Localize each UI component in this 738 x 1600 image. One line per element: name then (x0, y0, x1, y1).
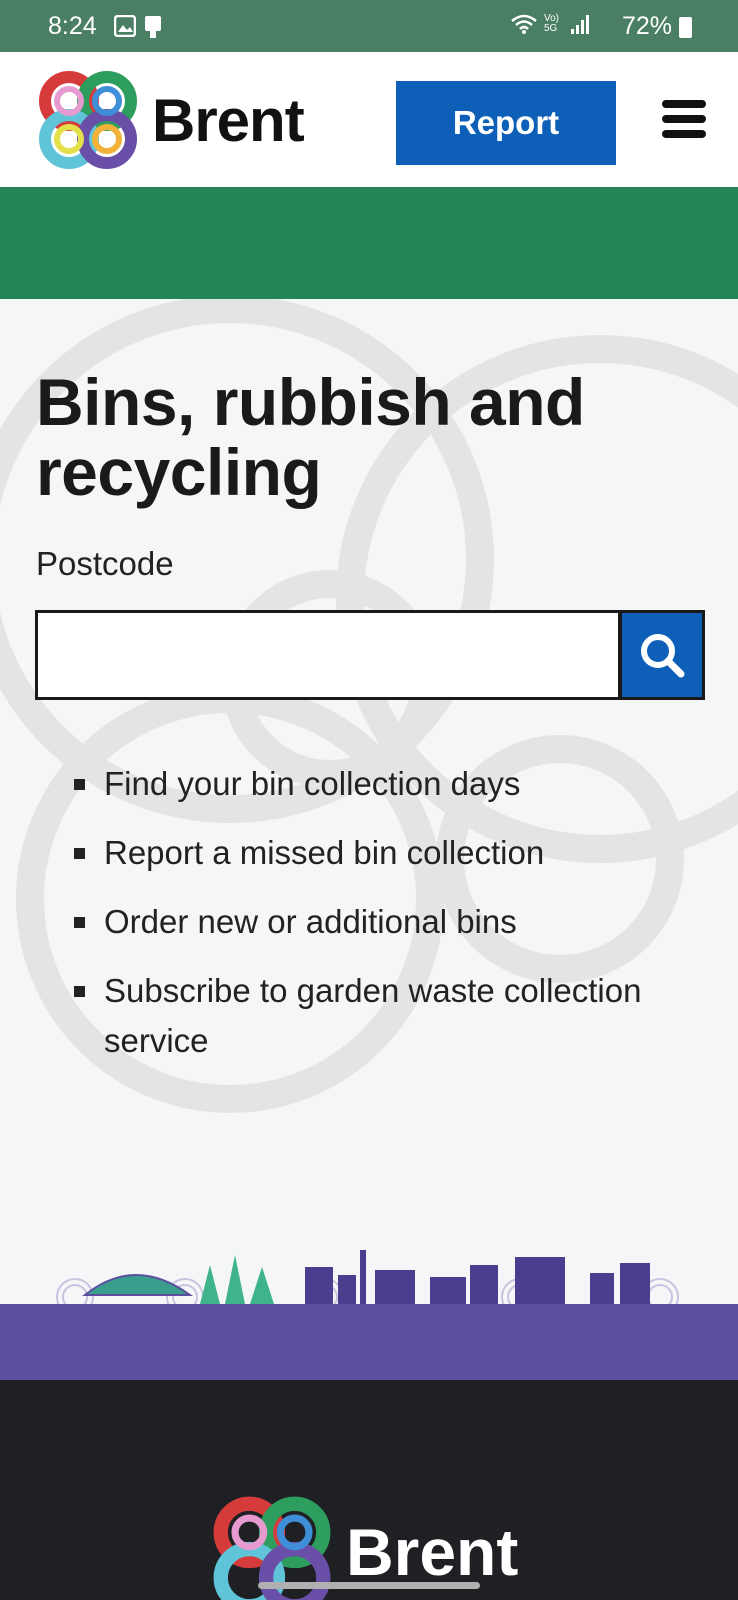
battery-percentage: 72% (621, 12, 672, 40)
search-icon (641, 634, 685, 678)
notification-icons (114, 15, 164, 39)
wifi-icon (511, 14, 537, 34)
link-order-bins[interactable]: Order new or additional bins (74, 897, 714, 947)
main-content: Bins, rubbish and recycling Postcode Fin… (0, 299, 738, 1304)
gallery-notification-icon (114, 15, 136, 37)
site-header: Brent Report (0, 52, 738, 187)
signal-icons: Vo) 5G (510, 13, 590, 35)
brent-logo-icon[interactable] (36, 68, 140, 172)
purple-banner (0, 1304, 738, 1380)
footer-logo-text[interactable]: Brent (346, 1514, 518, 1590)
postcode-input[interactable] (35, 610, 621, 700)
cell-signal-icon (571, 15, 589, 34)
network-type-label: Vo) 5G (544, 13, 560, 34)
battery-icon (679, 17, 692, 38)
status-time: 8:24 (48, 12, 97, 40)
app-notification-icon (145, 16, 161, 38)
status-bar: 8:24 Vo) 5G 72% (0, 0, 738, 52)
site-footer: Brent (0, 1380, 738, 1600)
link-report-missed-collection[interactable]: Report a missed bin collection (74, 828, 714, 878)
postcode-label: Postcode (36, 545, 174, 582)
logo-text[interactable]: Brent (152, 86, 305, 155)
skyline-illustration (56, 1250, 679, 1305)
service-links-list: Find your bin collection days Report a m… (74, 759, 714, 1085)
home-indicator[interactable] (258, 1582, 480, 1589)
link-garden-waste-subscription[interactable]: Subscribe to garden waste collection ser… (74, 966, 714, 1066)
hamburger-menu-icon[interactable] (662, 100, 706, 140)
green-banner (0, 187, 738, 299)
page-title: Bins, rubbish and recycling (36, 365, 585, 509)
report-button[interactable]: Report (396, 81, 616, 165)
link-find-collection-days[interactable]: Find your bin collection days (74, 759, 714, 809)
search-button[interactable] (619, 610, 705, 700)
